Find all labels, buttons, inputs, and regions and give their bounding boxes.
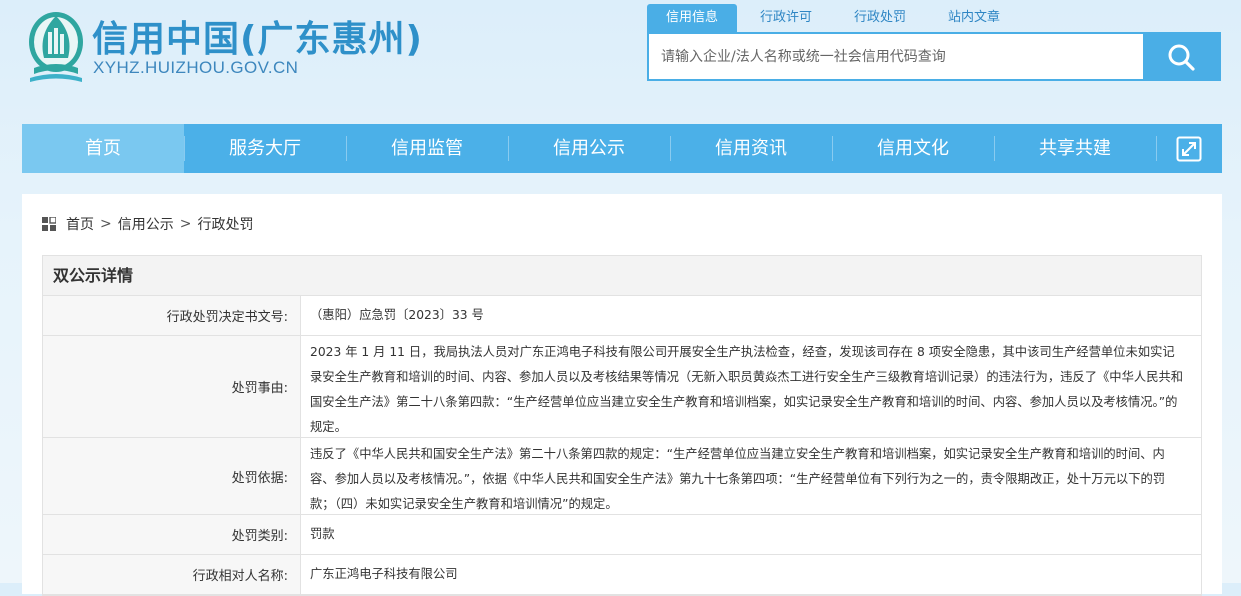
- row-label: 处罚依据:: [43, 438, 301, 514]
- site-domain: XYHZ.HUIZHOU.GOV.CN: [93, 58, 299, 77]
- detail-row: 处罚事由: 2023 年 1 月 11 日，我局执法人员对广东正鸿电子科技有限公…: [43, 336, 1201, 438]
- row-value: 违反了《中华人民共和国安全生产法》第二十八条第四款的规定：“生产经营单位应当建立…: [310, 447, 1166, 511]
- content-area: 首页 > 信用公示 > 行政处罚 双公示详情 行政处罚决定书文号: （惠阳）应急…: [22, 194, 1222, 596]
- panel-title: 双公示详情: [43, 256, 1201, 296]
- search-tab-site-articles[interactable]: 站内文章: [929, 4, 1019, 32]
- breadcrumb-home[interactable]: 首页: [66, 214, 94, 234]
- detail-row: 处罚类别: 罚款: [43, 515, 1201, 555]
- breadcrumb-separator: >: [179, 216, 192, 232]
- search-icon: [1168, 44, 1195, 71]
- nav-item-share-build[interactable]: 共享共建: [994, 124, 1156, 173]
- search-tabs: 信用信息 行政许可 行政处罚 站内文章: [647, 4, 1023, 32]
- row-label: 行政处罚决定书文号:: [43, 296, 301, 335]
- row-value: 罚款: [310, 527, 335, 541]
- nav-item-credit-supervision[interactable]: 信用监管: [346, 124, 508, 173]
- detail-row: 行政相对人名称: 广东正鸿电子科技有限公司: [43, 555, 1201, 595]
- search-tab-credit-info[interactable]: 信用信息: [647, 4, 737, 32]
- grid-icon: [42, 217, 56, 231]
- search-input[interactable]: [649, 34, 1143, 79]
- nav-item-service-hall[interactable]: 服务大厅: [184, 124, 346, 173]
- detail-row: 行政处罚决定书文号: （惠阳）应急罚〔2023〕33 号: [43, 296, 1201, 336]
- nav-item-credit-publicity[interactable]: 信用公示: [508, 124, 670, 173]
- row-value: 广东正鸿电子科技有限公司: [310, 567, 458, 581]
- row-label: 处罚类别:: [43, 515, 301, 554]
- nav-item-home[interactable]: 首页: [22, 124, 184, 173]
- search-box: [647, 32, 1221, 81]
- breadcrumb-separator: >: [100, 216, 112, 232]
- row-value: 2023 年 1 月 11 日，我局执法人员对广东正鸿电子科技有限公司开展安全生…: [310, 345, 1184, 434]
- emblem-logo-icon: [29, 12, 83, 82]
- detail-row: 处罚依据: 违反了《中华人民共和国安全生产法》第二十八条第四款的规定：“生产经营…: [43, 438, 1201, 515]
- search-tab-admin-penalty[interactable]: 行政处罚: [835, 4, 925, 32]
- breadcrumb-admin-penalty[interactable]: 行政处罚: [197, 214, 253, 234]
- site-title: 信用中国(广东惠州): [92, 19, 423, 60]
- row-label: 行政相对人名称:: [43, 555, 301, 594]
- nav-item-credit-news[interactable]: 信用资讯: [670, 124, 832, 173]
- breadcrumb-credit-publicity[interactable]: 信用公示: [118, 214, 174, 234]
- detail-panel: 双公示详情 行政处罚决定书文号: （惠阳）应急罚〔2023〕33 号 处罚事由:…: [42, 255, 1202, 596]
- row-value: （惠阳）应急罚〔2023〕33 号: [310, 308, 484, 322]
- search-button[interactable]: [1143, 34, 1219, 79]
- expand-icon: [1176, 136, 1202, 161]
- nav-expand-button[interactable]: [1156, 124, 1222, 173]
- row-label: 处罚事由:: [43, 336, 301, 437]
- main-nav: 首页 服务大厅 信用监管 信用公示 信用资讯 信用文化 共享共建: [22, 124, 1222, 173]
- nav-item-credit-culture[interactable]: 信用文化: [832, 124, 994, 173]
- breadcrumb: 首页 > 信用公示 > 行政处罚: [42, 214, 253, 234]
- search-tab-admin-license[interactable]: 行政许可: [741, 4, 831, 32]
